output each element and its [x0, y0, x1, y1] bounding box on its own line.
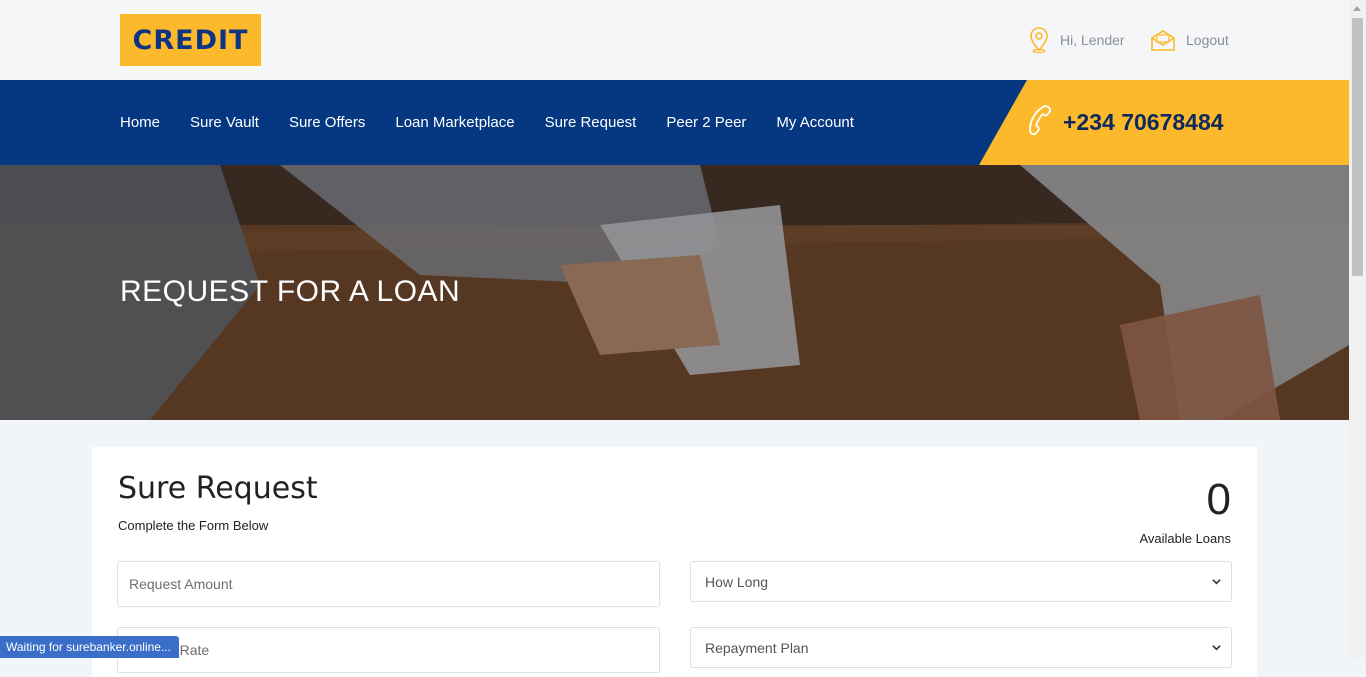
- chevron-down-icon: [1212, 645, 1221, 651]
- page-scrollbar[interactable]: [1349, 0, 1366, 658]
- scroll-up-arrow-icon[interactable]: [1353, 6, 1361, 11]
- nav-item-loan-marketplace[interactable]: Loan Marketplace: [395, 114, 514, 131]
- nav-item-sure-offers[interactable]: Sure Offers: [289, 114, 365, 131]
- user-greeting[interactable]: Hi, Lender: [1028, 26, 1125, 54]
- hero-banner: REQUEST FOR A LOAN: [0, 165, 1349, 420]
- form-title: Sure Request: [118, 471, 318, 506]
- available-loans-count: 0: [1206, 475, 1231, 524]
- location-pin-icon: [1028, 26, 1050, 54]
- nav-item-home[interactable]: Home: [120, 114, 160, 131]
- interest-rate-input[interactable]: [117, 627, 660, 673]
- main-nav: Home Sure Vault Sure Offers Loan Marketp…: [0, 80, 1349, 165]
- phone-number[interactable]: +234 70678484: [1063, 109, 1224, 136]
- available-loans-label: Available Loans: [1139, 531, 1231, 546]
- form-subtitle: Complete the Form Below: [118, 518, 269, 533]
- how-long-value: How Long: [705, 573, 769, 590]
- logout-label: Logout: [1186, 32, 1229, 48]
- chevron-down-icon: [1212, 579, 1221, 585]
- nav-item-sure-request[interactable]: Sure Request: [545, 114, 637, 131]
- logout-link[interactable]: Logout: [1150, 26, 1229, 54]
- page-title: REQUEST FOR A LOAN: [120, 275, 461, 308]
- request-form-card: Sure Request Complete the Form Below 0 A…: [92, 447, 1257, 677]
- envelope-icon: [1150, 28, 1176, 52]
- repayment-plan-value: Repayment Plan: [705, 639, 809, 656]
- phone-icon: [1025, 103, 1055, 142]
- logo[interactable]: CREDIT: [120, 14, 261, 66]
- request-amount-input[interactable]: [117, 561, 660, 607]
- scrollbar-thumb[interactable]: [1352, 18, 1363, 276]
- top-header: CREDIT Hi, Lender Logout: [0, 0, 1349, 80]
- phone-block: +234 70678484: [979, 80, 1349, 165]
- how-long-select[interactable]: How Long: [690, 561, 1232, 602]
- nav-item-sure-vault[interactable]: Sure Vault: [190, 114, 259, 131]
- repayment-plan-select[interactable]: Repayment Plan: [690, 627, 1232, 668]
- nav-menu: Home Sure Vault Sure Offers Loan Marketp…: [120, 80, 884, 165]
- nav-item-peer-2-peer[interactable]: Peer 2 Peer: [666, 114, 746, 131]
- nav-item-my-account[interactable]: My Account: [776, 114, 854, 131]
- browser-status-bar: Waiting for surebanker.online...: [0, 636, 179, 658]
- greeting-text: Hi, Lender: [1060, 32, 1125, 48]
